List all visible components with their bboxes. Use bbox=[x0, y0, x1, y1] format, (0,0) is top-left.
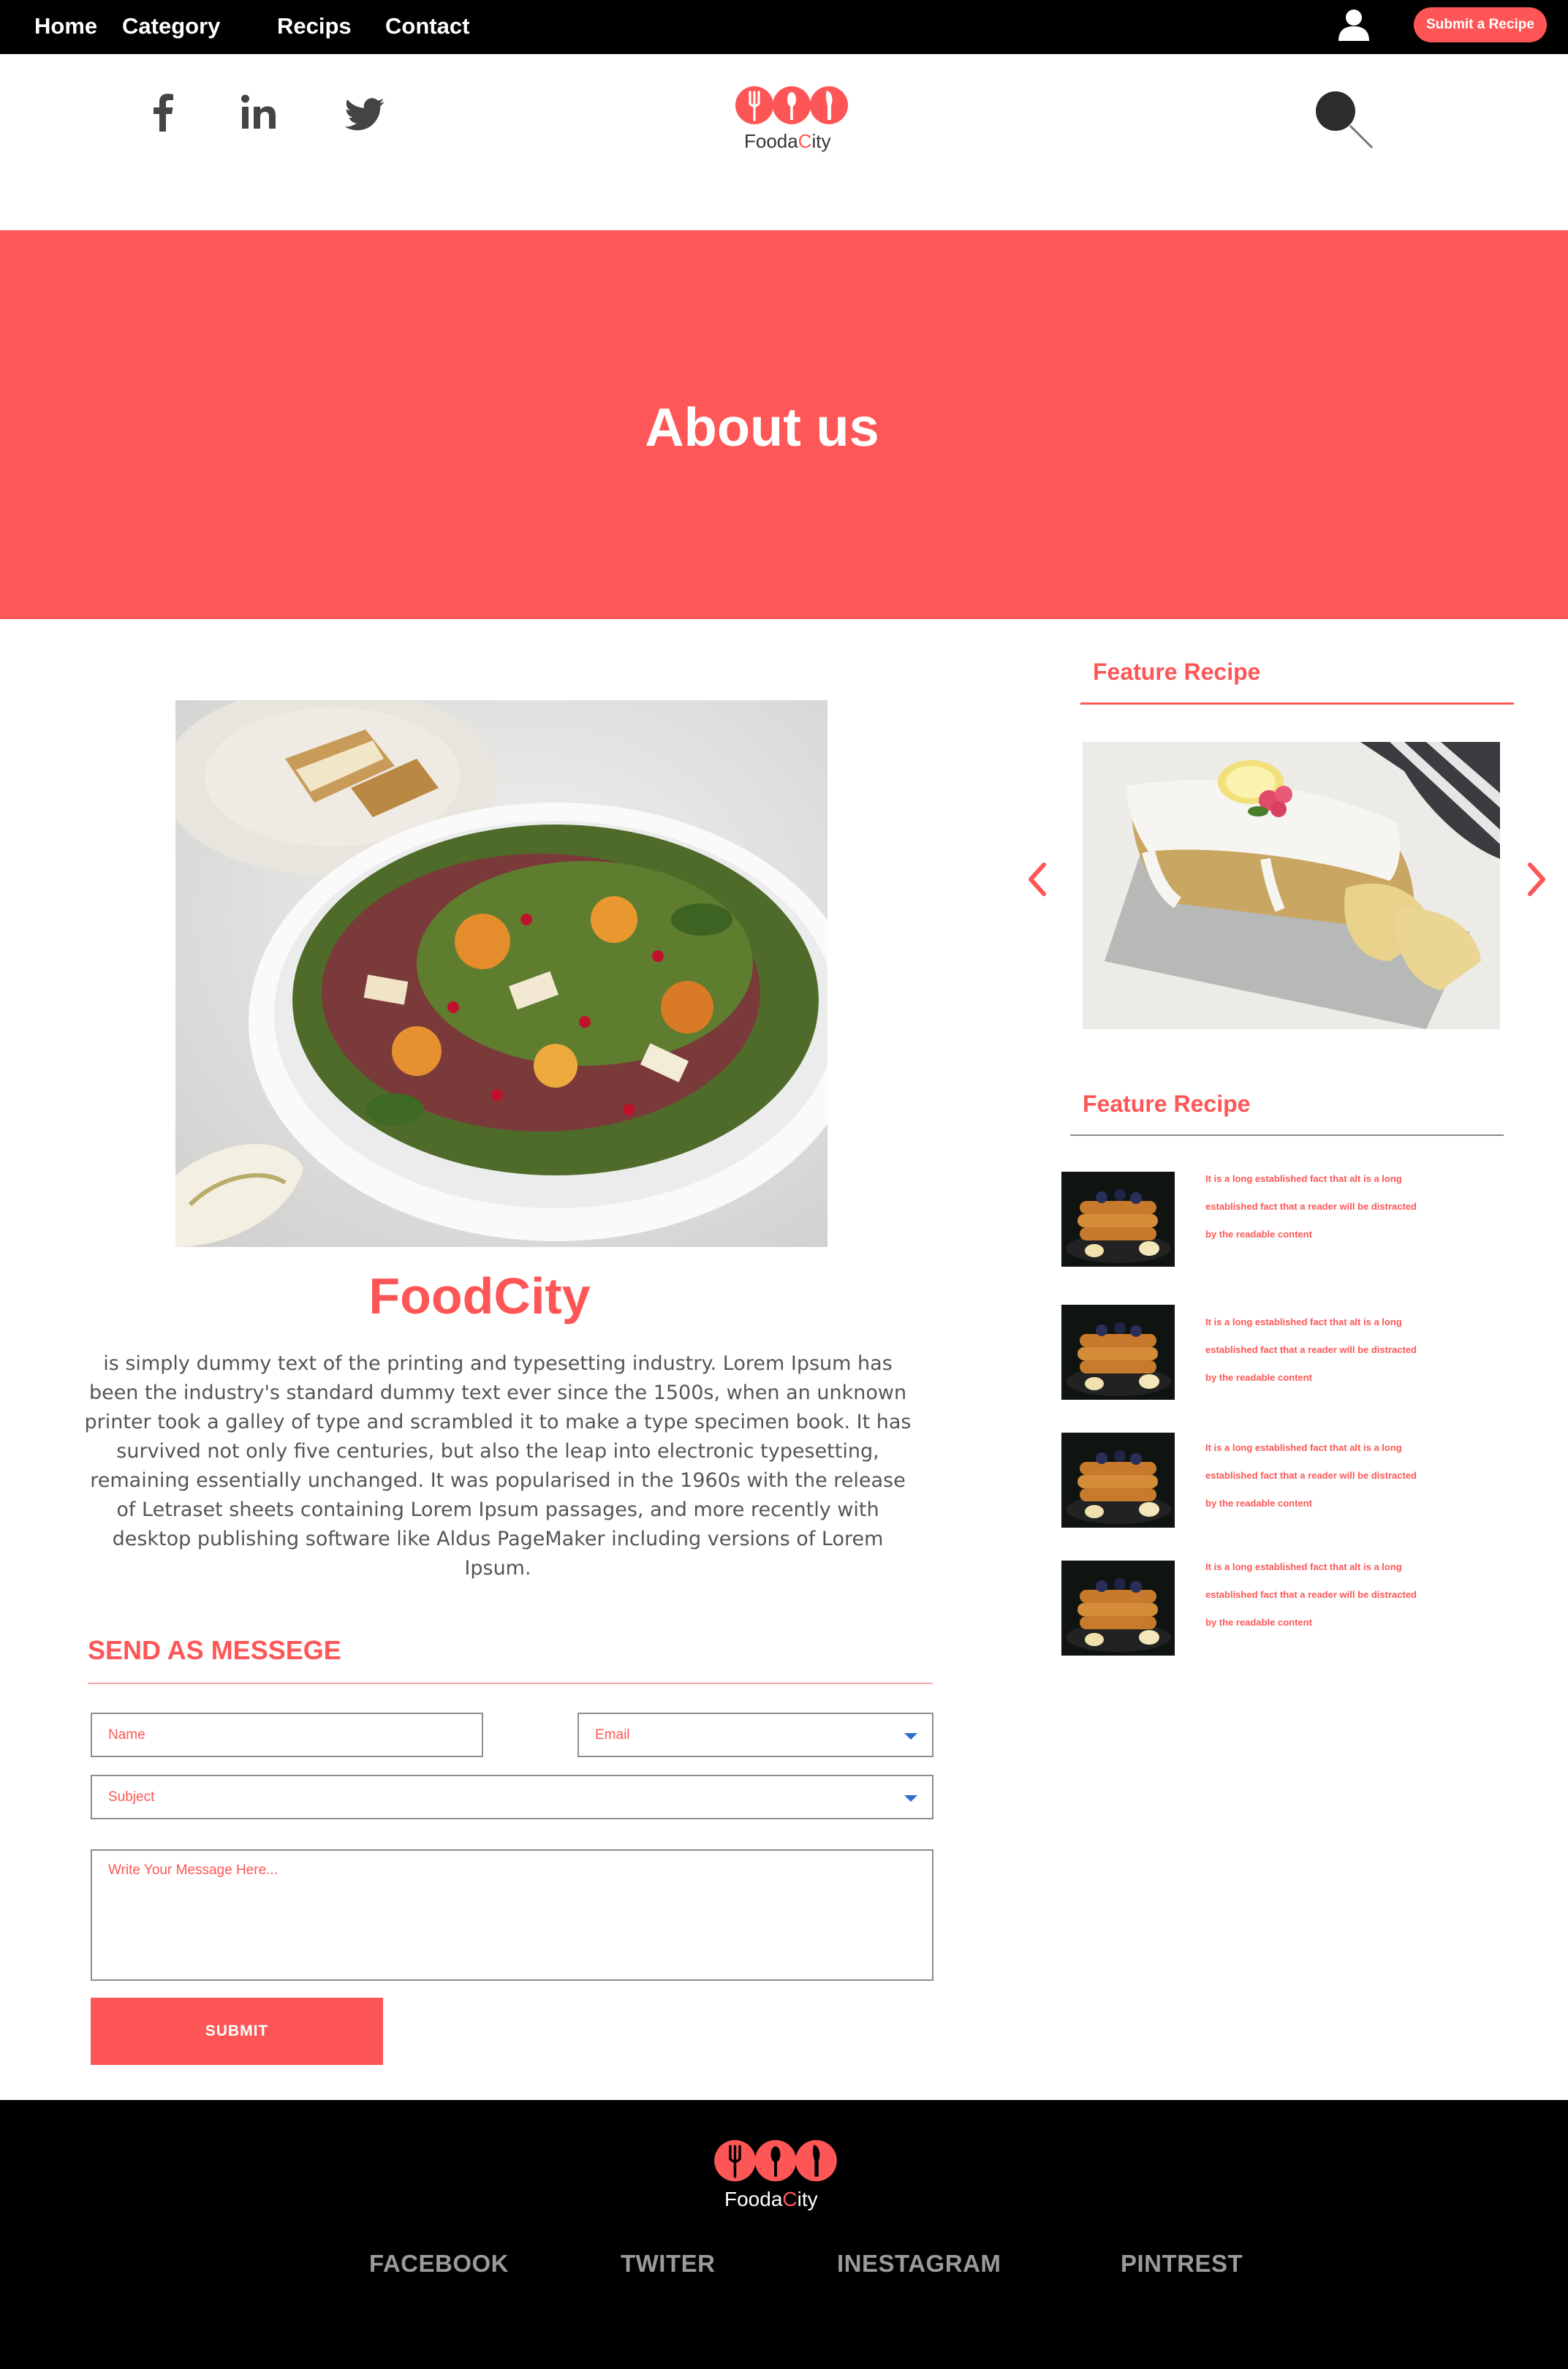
logo-wordmark: FoodaCity bbox=[724, 2188, 818, 2210]
recipe-excerpt: It is a long established fact that alt i… bbox=[1205, 1561, 1417, 1628]
subject-field[interactable] bbox=[91, 1775, 933, 1819]
recipe-thumbnail[interactable] bbox=[1061, 1561, 1175, 1656]
footer-link-twitter[interactable]: TWITER bbox=[621, 2249, 715, 2278]
feature-recipe-list-title: Feature Recipe bbox=[1083, 1091, 1251, 1117]
carousel-prev-icon[interactable] bbox=[1022, 859, 1051, 900]
email-field[interactable] bbox=[577, 1713, 933, 1757]
recipe-thumbnail[interactable] bbox=[1061, 1172, 1175, 1267]
top-nav-bar: Home Category Recips Contact Submit a Re… bbox=[0, 0, 1568, 54]
logo-mark bbox=[735, 86, 848, 124]
chevron-down-icon bbox=[904, 1794, 917, 1802]
page-title: About us bbox=[645, 397, 879, 458]
recipe-excerpt: It is a long established fact that alt i… bbox=[1205, 1316, 1417, 1383]
about-description: is simply dummy text of the printing and… bbox=[84, 1352, 912, 1580]
recipe-excerpt: It is a long established fact that alt i… bbox=[1205, 1442, 1417, 1509]
salad-photo bbox=[175, 700, 827, 1247]
subject-select[interactable] bbox=[91, 1775, 933, 1819]
logo-wordmark: FoodaCity bbox=[744, 130, 831, 152]
carousel-next-icon[interactable] bbox=[1523, 859, 1552, 900]
feature-recipe-title: Feature Recipe bbox=[1093, 659, 1261, 685]
hero-banner: About us bbox=[0, 230, 1568, 619]
name-field[interactable] bbox=[91, 1713, 483, 1757]
submit-button[interactable]: SUBMIT bbox=[91, 1998, 383, 2065]
submit-recipe-button[interactable]: Submit a Recipe bbox=[1414, 7, 1547, 42]
recipe-excerpt: It is a long established fact that alt i… bbox=[1205, 1173, 1417, 1240]
footer-link-facebook[interactable]: FACEBOOK bbox=[369, 2249, 509, 2278]
nav-link-category[interactable]: Category bbox=[122, 12, 220, 41]
chevron-down-icon bbox=[904, 1732, 917, 1740]
nav-link-contact[interactable]: Contact bbox=[385, 12, 469, 41]
header-logo[interactable]: FoodaCity bbox=[731, 82, 863, 155]
featured-recipe-photo[interactable] bbox=[1083, 742, 1500, 1029]
recipe-thumbnail[interactable] bbox=[1061, 1305, 1175, 1400]
feature-title-divider bbox=[1080, 702, 1514, 705]
footer-link-pinterest[interactable]: PINTREST bbox=[1121, 2249, 1243, 2278]
footer: FoodaCity FACEBOOK TWITER INESTAGRAM PIN… bbox=[0, 2100, 1568, 2369]
footer-logo[interactable]: FoodaCity bbox=[713, 2135, 852, 2216]
user-icon[interactable] bbox=[1336, 6, 1372, 42]
search-icon[interactable] bbox=[1312, 88, 1378, 153]
logo-mark bbox=[714, 2139, 837, 2182]
contact-form-title: SEND AS MESSEGE bbox=[88, 1635, 341, 1665]
facebook-icon[interactable] bbox=[146, 88, 178, 139]
nav-link-recipes[interactable]: Recips bbox=[277, 12, 352, 41]
nav-link-home[interactable]: Home bbox=[34, 12, 97, 41]
email-select[interactable] bbox=[577, 1713, 933, 1757]
contact-title-divider bbox=[88, 1683, 933, 1684]
twitter-icon[interactable] bbox=[344, 88, 386, 139]
feature-list-divider bbox=[1070, 1134, 1504, 1136]
recipe-thumbnail[interactable] bbox=[1061, 1433, 1175, 1528]
footer-link-instagram[interactable]: INESTAGRAM bbox=[837, 2249, 1001, 2278]
linkedin-icon[interactable] bbox=[238, 88, 280, 139]
brand-name: FoodCity bbox=[368, 1267, 591, 1324]
message-field[interactable] bbox=[91, 1849, 933, 1981]
